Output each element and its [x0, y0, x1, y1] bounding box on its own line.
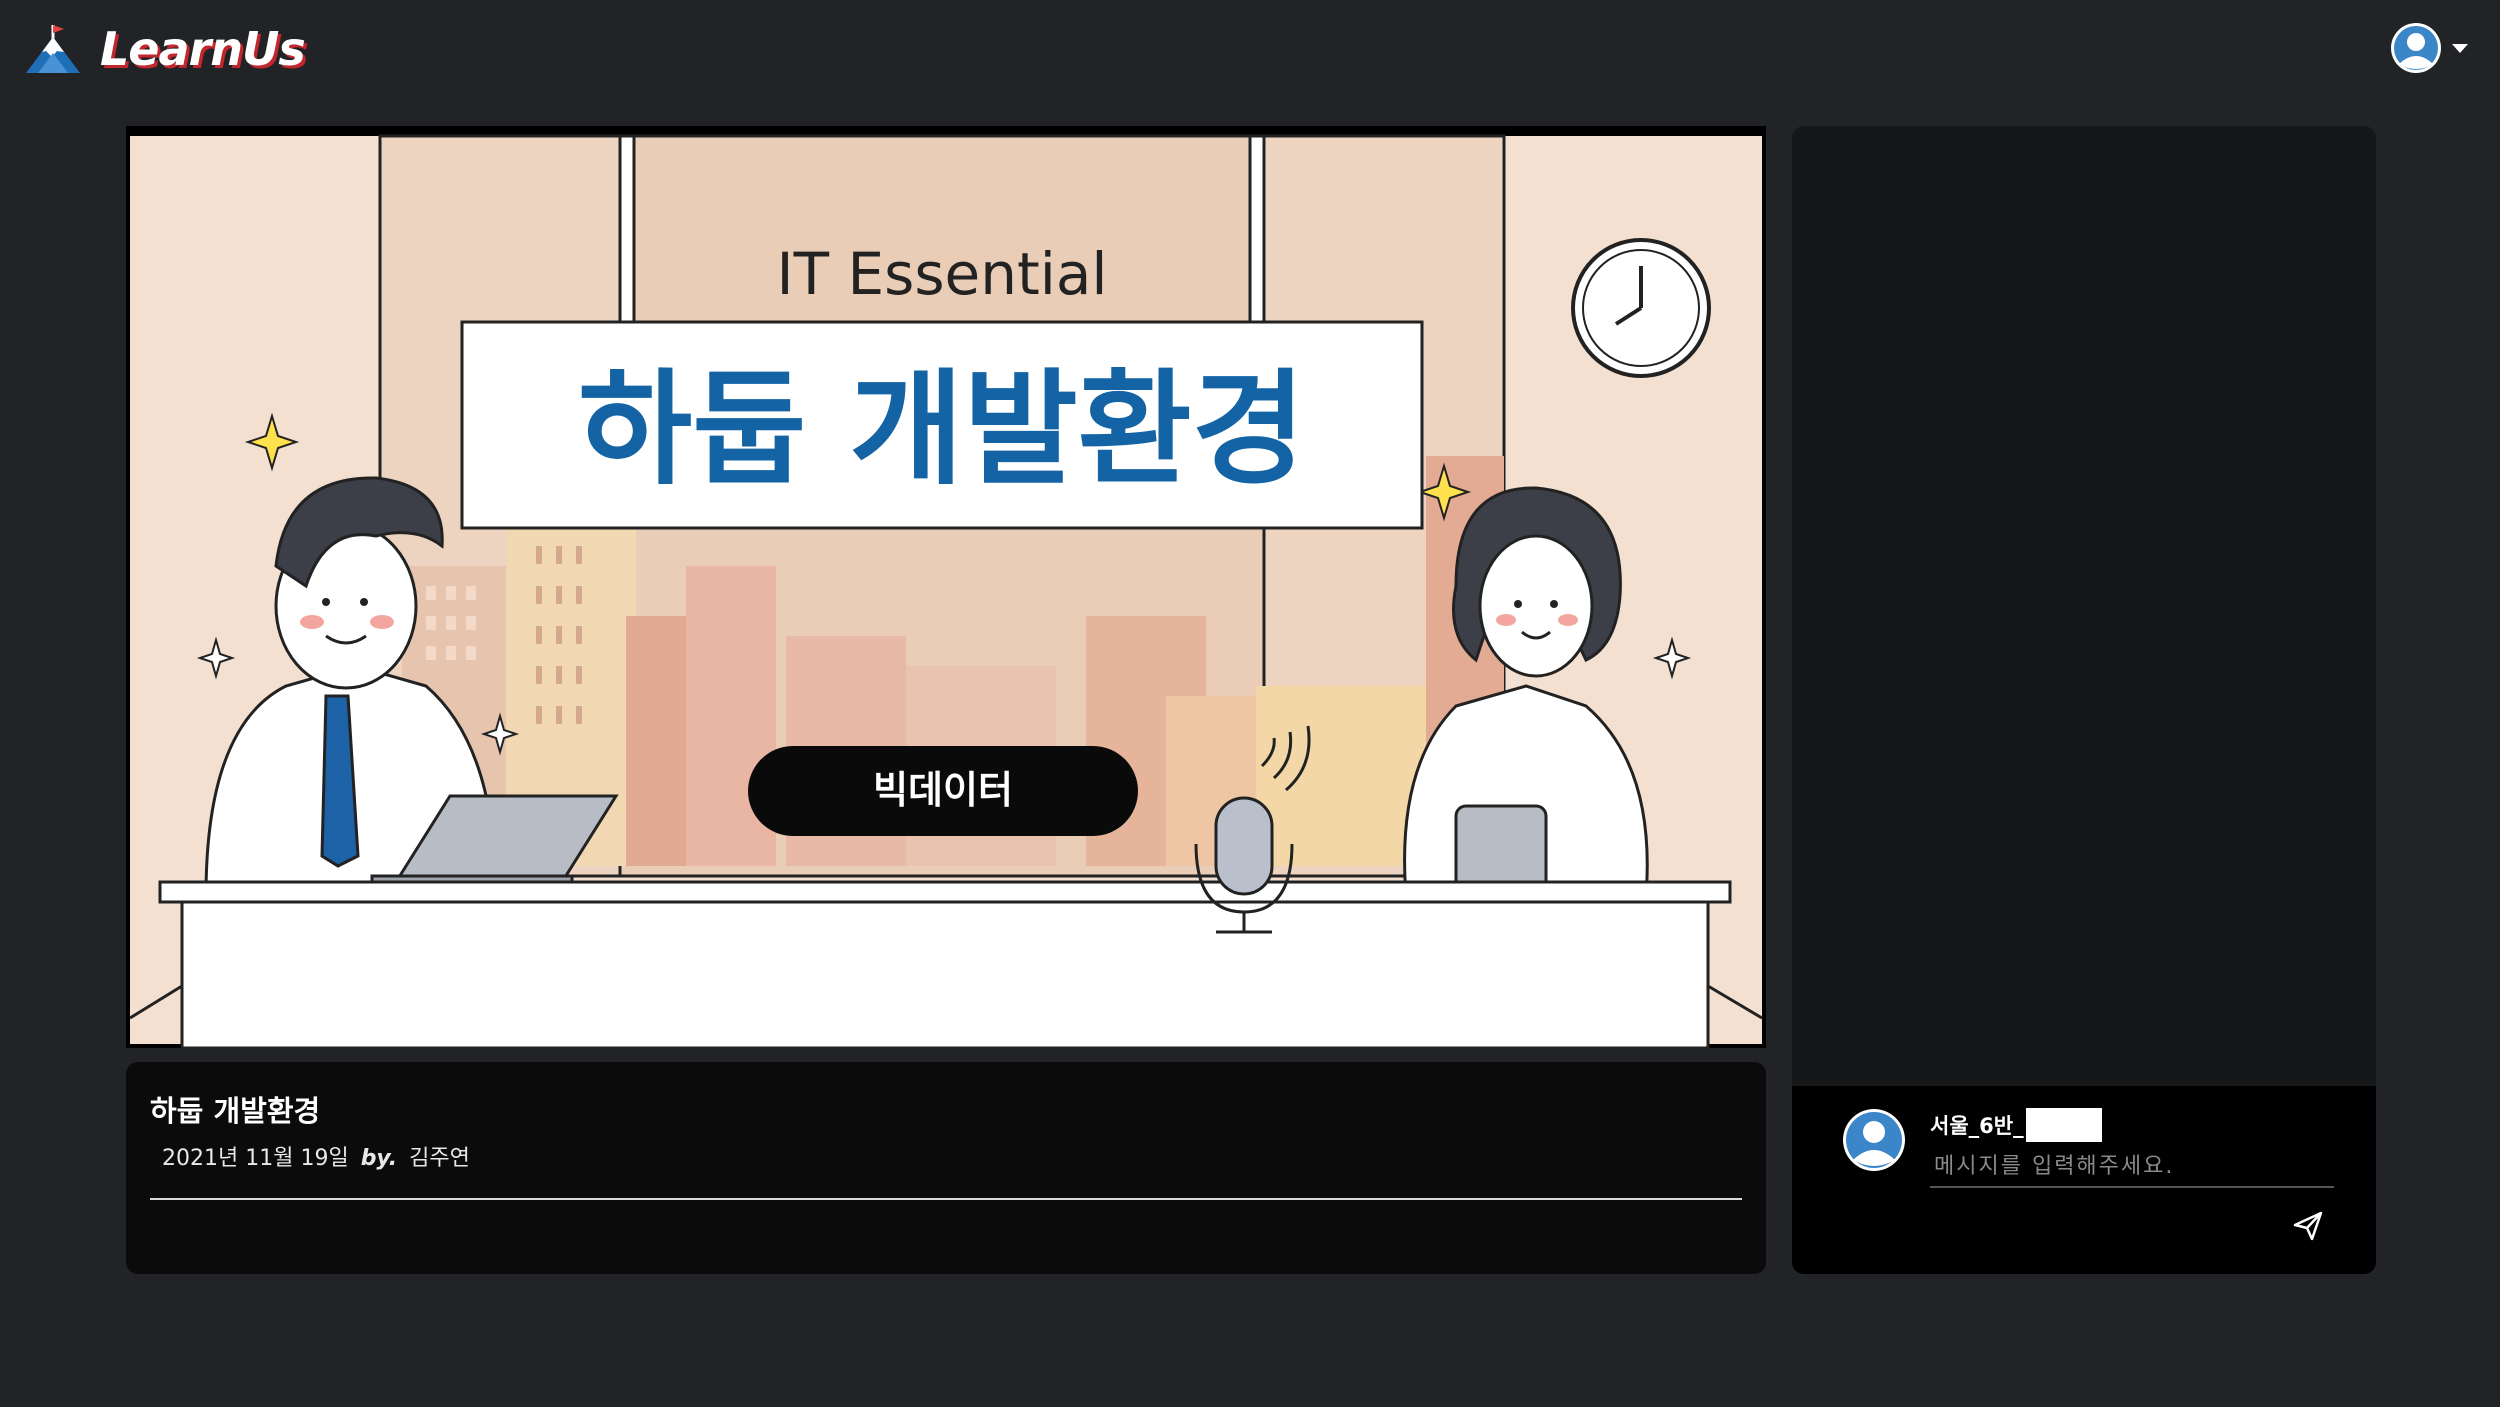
video-player[interactable]: IT Essential 하둡 개발환경 빅데이터: [126, 126, 1766, 1048]
learnus-logo[interactable]: LearnUs: [24, 22, 306, 76]
paper-plane-icon[interactable]: [2292, 1210, 2324, 1242]
divider: [150, 1198, 1742, 1200]
lecture-meta: 2021년 11월 19일 by. 김주연: [162, 1140, 470, 1172]
video-subtitle: IT Essential: [776, 240, 1107, 308]
profile-menu[interactable]: [2390, 22, 2468, 74]
chat-message-list[interactable]: [1792, 126, 2376, 1086]
video-tag: 빅데이터: [873, 768, 1013, 812]
top-bar: LearnUs: [0, 0, 2500, 120]
lecture-date: 2021년 11월 19일: [162, 1146, 349, 1171]
lecture-title: 하둡 개발환경: [150, 1094, 321, 1128]
chat-input-area: 서울_6반_: [1792, 1086, 2376, 1274]
lecture-info-panel: 하둡 개발환경 2021년 11월 19일 by. 김주연: [126, 1062, 1766, 1274]
chat-username: 서울_6반_: [1930, 1108, 2102, 1142]
logo-text: LearnUs: [100, 22, 306, 76]
video-title: 하둡 개발환경: [578, 358, 1306, 502]
chat-username-text: 서울_6반_: [1930, 1114, 2024, 1138]
video-thumbnail: IT Essential 하둡 개발환경 빅데이터: [126, 126, 1766, 1048]
by-label: by.: [360, 1146, 398, 1171]
mountain-flag-icon: [26, 25, 80, 73]
lecture-author: 김주연: [409, 1146, 470, 1171]
user-avatar-icon: [2391, 23, 2441, 73]
user-avatar-icon: [1843, 1109, 1905, 1171]
chat-message-input[interactable]: [1930, 1146, 2334, 1188]
chat-panel: 서울_6반_: [1792, 126, 2376, 1274]
redacted-name-block: [2025, 1108, 2102, 1142]
wall-clock-icon: [1571, 238, 1711, 378]
chevron-down-icon: [2452, 43, 2468, 53]
